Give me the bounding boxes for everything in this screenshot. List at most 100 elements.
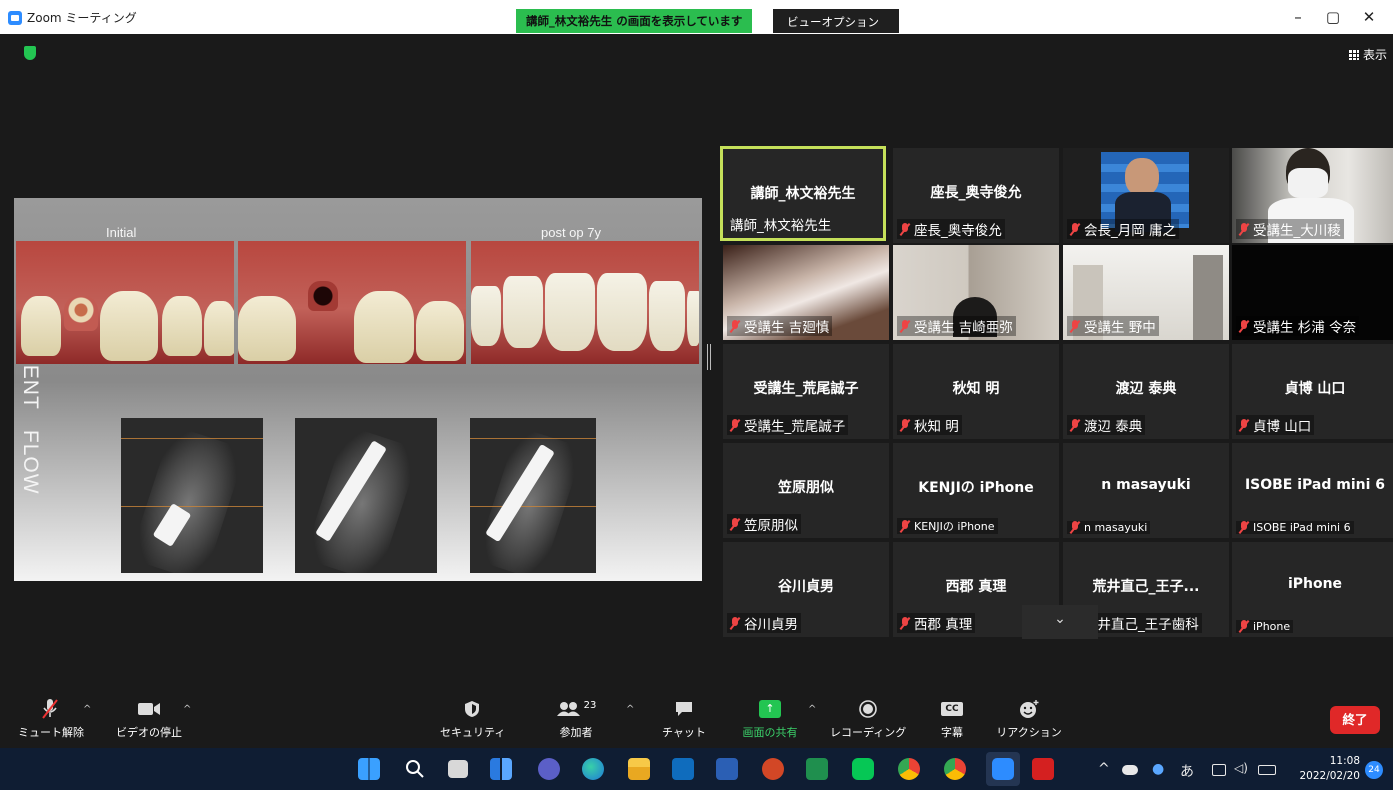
chat-bubble-icon [658, 698, 710, 720]
start-windows-icon[interactable] [358, 758, 380, 780]
edge-browser-icon[interactable] [582, 758, 604, 780]
participant-tile[interactable]: 受講生 野中 [1063, 245, 1229, 340]
encryption-shield-icon[interactable] [24, 46, 36, 60]
mic-muted-icon [900, 319, 910, 333]
participant-name: 谷川貞男 [727, 613, 801, 633]
participants-options-caret[interactable]: ^ [626, 704, 634, 715]
share-screen-button[interactable]: ↑ 画面の共有 [738, 698, 802, 740]
participant-tile[interactable]: KENJIの iPhone KENJIの iPhone [893, 443, 1059, 538]
participants-button[interactable]: 23 参加者 [548, 698, 604, 740]
participant-tile[interactable]: 受講生 吉廻慎 [723, 245, 889, 340]
mic-muted-icon [1070, 222, 1080, 236]
chrome-profile-icon[interactable] [944, 758, 966, 780]
participants-count: 23 [583, 699, 597, 711]
record-button[interactable]: レコーディング [830, 698, 906, 740]
participant-tile[interactable]: 受講生_大川稜 [1232, 148, 1393, 243]
participant-tile[interactable]: 受講生 吉崎亜弥 [893, 245, 1059, 340]
participant-name: 座長_奥寺俊允 [897, 219, 1005, 239]
participant-name: 貞博 山口 [1236, 415, 1315, 435]
participant-name: 会長_月岡 庸之 [1067, 219, 1180, 239]
taskbar-clock[interactable]: 11:08 2022/02/20 [1294, 754, 1360, 784]
record-label: レコーディング [830, 726, 907, 739]
reactions-button[interactable]: リアクション [996, 698, 1062, 740]
video-camera-icon [112, 698, 186, 720]
participant-tile[interactable]: 受講生 杉浦 令奈 [1232, 245, 1393, 340]
participant-center-name: KENJIの iPhone [918, 480, 1034, 496]
mic-muted-icon [900, 222, 910, 236]
display-icon[interactable] [1212, 764, 1226, 776]
acrobat-icon[interactable] [1032, 758, 1054, 780]
microphone-icon[interactable]: ● [1152, 761, 1164, 777]
audio-options-caret[interactable]: ^ [83, 704, 91, 715]
chrome-icon[interactable] [898, 758, 920, 780]
tray-chevron-up-icon[interactable]: ^ [1098, 761, 1110, 777]
security-button[interactable]: セキュリティ [440, 698, 506, 740]
powerpoint-icon[interactable] [762, 758, 784, 780]
participant-tile[interactable]: n masayuki n masayuki [1063, 443, 1229, 538]
smiley-plus-icon [996, 698, 1062, 720]
teams-chat-icon[interactable] [538, 758, 560, 780]
onedrive-cloud-icon[interactable] [1122, 765, 1138, 775]
view-button[interactable]: 表示 [1348, 46, 1387, 63]
battery-icon[interactable] [1258, 765, 1276, 775]
ime-indicator[interactable]: あ [1180, 761, 1194, 781]
view-button-label: 表示 [1362, 48, 1387, 62]
participant-tile[interactable]: 谷川貞男 谷川貞男 [723, 542, 889, 637]
participant-tile[interactable]: iPhone iPhone [1232, 542, 1393, 637]
participant-name: n masayuki [1067, 521, 1151, 534]
search-icon[interactable] [404, 758, 426, 780]
chat-button[interactable]: チャット [658, 698, 710, 740]
word-icon[interactable] [716, 758, 738, 780]
outlook-icon[interactable] [672, 758, 694, 780]
file-explorer-icon[interactable] [628, 758, 650, 780]
clinical-photo-post-op [471, 241, 699, 364]
share-options-caret[interactable]: ^ [808, 704, 816, 715]
security-label: セキュリティ [440, 726, 506, 739]
video-options-caret[interactable]: ^ [183, 704, 191, 715]
participant-tile[interactable]: 秋知 明 秋知 明 [893, 344, 1059, 439]
excel-icon[interactable] [806, 758, 828, 780]
clinical-photo-initial [16, 241, 234, 364]
minimize-button[interactable]: – [1283, 8, 1313, 26]
task-view-icon[interactable] [448, 760, 468, 778]
maximize-button[interactable]: ▢ [1318, 8, 1348, 26]
clinical-photo-extraction [238, 241, 466, 364]
mic-muted-icon [900, 418, 910, 432]
mic-muted-icon [1239, 620, 1249, 633]
mic-muted-icon [1239, 418, 1249, 432]
participant-tile[interactable]: 座長_奥寺俊允 座長_奥寺俊允 [893, 148, 1059, 243]
mic-muted-icon [1070, 418, 1080, 432]
participant-tile[interactable]: ISOBE iPad mini 6 ISOBE iPad mini 6 [1232, 443, 1393, 538]
share-screen-icon: ↑ [738, 698, 802, 720]
stop-video-button[interactable]: ビデオの停止 [112, 698, 186, 740]
slide-label-initial: Initial [106, 225, 137, 240]
close-button[interactable]: ✕ [1354, 8, 1384, 26]
view-options-button[interactable]: ビューオプション ⌄ [773, 9, 899, 44]
line-app-icon[interactable] [852, 758, 874, 780]
participant-tile[interactable]: 会長_月岡 庸之 [1063, 148, 1229, 243]
participant-tile[interactable]: 笠原朋似 笠原朋似 [723, 443, 889, 538]
widgets-icon[interactable] [490, 758, 512, 780]
participant-tile[interactable]: 受講生_荒尾誠子 受講生_荒尾誠子 [723, 344, 889, 439]
participant-center-name: 谷川貞男 [778, 579, 834, 595]
clock-time: 11:08 [1329, 755, 1360, 767]
unmute-button[interactable]: ミュート解除 [18, 698, 84, 740]
participant-tile[interactable]: 貞博 山口 貞博 山口 [1232, 344, 1393, 439]
participant-tile[interactable]: 渡辺 泰典 渡辺 泰典 [1063, 344, 1229, 439]
participant-name: ISOBE iPad mini 6 [1236, 521, 1354, 534]
xray-post-op [470, 418, 596, 573]
split-view-handle[interactable] [707, 344, 711, 370]
mic-muted-icon [730, 616, 740, 630]
participant-tile[interactable]: 講師_林文裕先生 講師_林文裕先生 [720, 146, 886, 241]
participant-center-name: 講師_林文裕先生 [750, 186, 856, 202]
participant-name: 受講生 吉崎亜弥 [897, 316, 1016, 336]
zoom-app-icon [992, 758, 1014, 780]
gallery-scroll-down-button[interactable]: ⌄ [1022, 605, 1098, 639]
zoom-taskbar-active[interactable] [986, 752, 1020, 786]
speaker-icon[interactable]: ◁) [1234, 761, 1248, 775]
notification-count-badge[interactable]: 24 [1365, 761, 1383, 779]
participant-name: 笠原朋似 [727, 514, 801, 534]
participant-center-name: ISOBE iPad mini 6 [1244, 477, 1386, 493]
end-meeting-button[interactable]: 終了 [1330, 706, 1380, 734]
captions-button[interactable]: CC 字幕 [932, 698, 972, 740]
